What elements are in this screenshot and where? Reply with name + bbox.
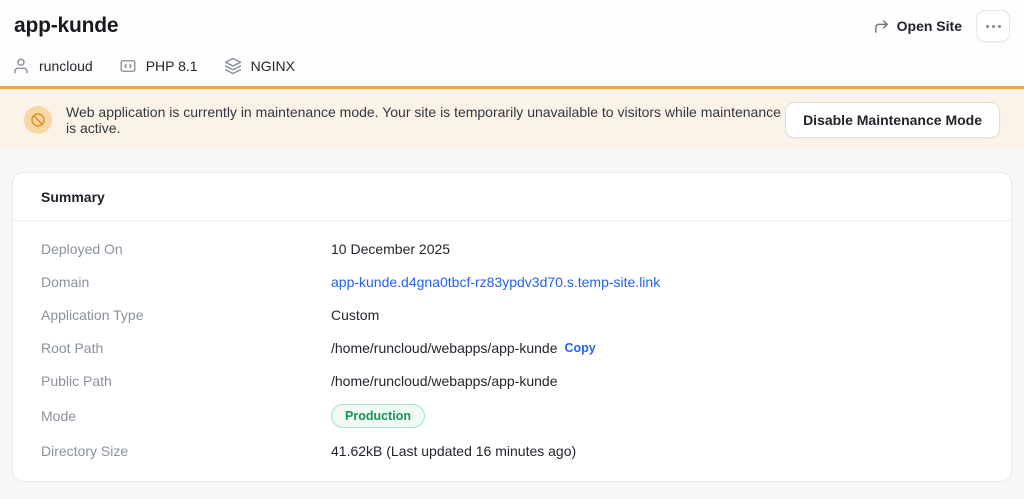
summary-card-header: Summary — [13, 173, 1011, 221]
row-root-path: Root Path /home/runcloud/webapps/app-kun… — [41, 331, 983, 364]
meta-item-owner: runcloud — [12, 57, 93, 75]
copy-root-path-link[interactable]: Copy — [565, 341, 596, 355]
app-meta-row: runcloud PHP 8.1 NGINX — [12, 57, 1010, 75]
open-site-label: Open Site — [897, 18, 962, 34]
public-path-value: /home/runcloud/webapps/app-kunde — [331, 373, 558, 389]
webserver-label: NGINX — [251, 58, 295, 74]
corner-up-right-icon — [873, 18, 890, 35]
row-directory-size: Directory Size 41.62kB (Last updated 16 … — [41, 434, 983, 467]
meta-item-php: PHP 8.1 — [119, 57, 198, 75]
summary-card-body: Deployed On 10 December 2025 Domain app-… — [13, 221, 1011, 481]
application-type-value: Custom — [331, 307, 379, 323]
row-label: Deployed On — [41, 241, 331, 257]
ellipsis-icon — [986, 25, 1001, 28]
maintenance-banner: Web application is currently in maintena… — [0, 86, 1024, 150]
directory-size-value: 41.62kB (Last updated 16 minutes ago) — [331, 443, 576, 459]
php-version-label: PHP 8.1 — [146, 58, 198, 74]
owner-label: runcloud — [39, 58, 93, 74]
page-header: app-kunde Open Site — [0, 0, 1024, 86]
root-path-value: /home/runcloud/webapps/app-kunde — [331, 340, 558, 356]
row-mode: Mode Production — [41, 397, 983, 434]
row-label: Directory Size — [41, 443, 331, 459]
summary-title: Summary — [41, 189, 983, 205]
row-deployed-on: Deployed On 10 December 2025 — [41, 232, 983, 265]
summary-card: Summary Deployed On 10 December 2025 Dom… — [12, 172, 1012, 482]
disable-maintenance-button[interactable]: Disable Maintenance Mode — [785, 102, 1000, 138]
maintenance-message: Web application is currently in maintena… — [66, 104, 785, 136]
row-label: Public Path — [41, 373, 331, 389]
domain-link[interactable]: app-kunde.d4gna0tbcf-rz83ypdv3d70.s.temp… — [331, 274, 660, 290]
row-label: Root Path — [41, 340, 331, 356]
mode-badge: Production — [331, 404, 425, 428]
row-label: Mode — [41, 408, 331, 424]
prohibition-icon — [24, 106, 52, 134]
php-icon — [119, 57, 137, 75]
row-label: Domain — [41, 274, 331, 290]
open-site-button[interactable]: Open Site — [873, 18, 962, 35]
row-label: Application Type — [41, 307, 331, 323]
page-title: app-kunde — [14, 14, 118, 38]
more-options-button[interactable] — [976, 10, 1010, 42]
row-application-type: Application Type Custom — [41, 298, 983, 331]
deployed-on-value: 10 December 2025 — [331, 241, 450, 257]
row-domain: Domain app-kunde.d4gna0tbcf-rz83ypdv3d70… — [41, 265, 983, 298]
user-icon — [12, 57, 30, 75]
row-public-path: Public Path /home/runcloud/webapps/app-k… — [41, 364, 983, 397]
meta-item-webserver: NGINX — [224, 57, 295, 75]
nginx-icon — [224, 57, 242, 75]
